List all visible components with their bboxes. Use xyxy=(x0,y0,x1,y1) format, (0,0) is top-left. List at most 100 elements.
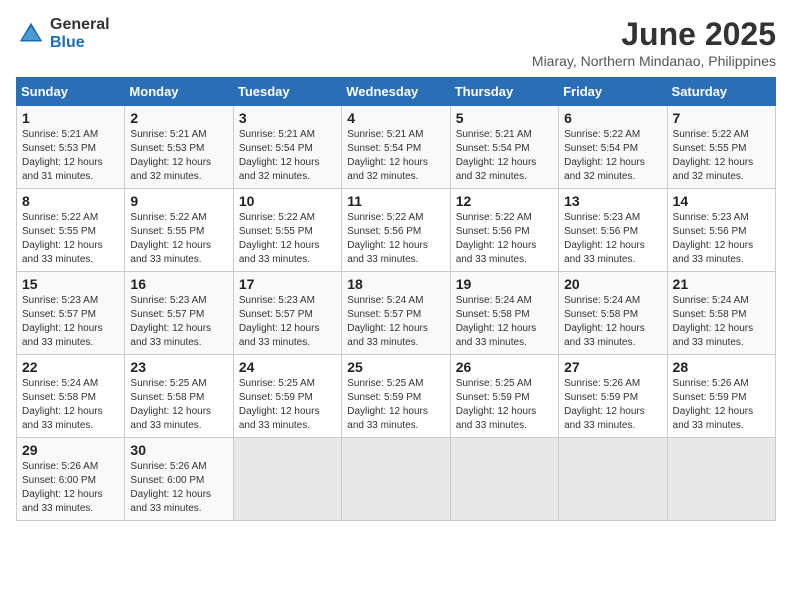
day-info: Sunrise: 5:22 AM Sunset: 5:54 PM Dayligh… xyxy=(564,128,661,184)
day-number: 9 xyxy=(130,193,227,209)
calendar-row: 15 Sunrise: 5:23 AM Sunset: 5:57 PM Dayl… xyxy=(17,272,776,355)
day-info: Sunrise: 5:21 AM Sunset: 5:54 PM Dayligh… xyxy=(456,128,553,184)
day-info: Sunrise: 5:22 AM Sunset: 5:56 PM Dayligh… xyxy=(456,211,553,267)
calendar-cell: 23 Sunrise: 5:25 AM Sunset: 5:58 PM Dayl… xyxy=(125,355,233,438)
day-info: Sunrise: 5:24 AM Sunset: 5:58 PM Dayligh… xyxy=(673,294,770,350)
calendar-cell: 17 Sunrise: 5:23 AM Sunset: 5:57 PM Dayl… xyxy=(233,272,341,355)
calendar-row: 22 Sunrise: 5:24 AM Sunset: 5:58 PM Dayl… xyxy=(17,355,776,438)
day-info: Sunrise: 5:22 AM Sunset: 5:55 PM Dayligh… xyxy=(130,211,227,267)
title-area: June 2025 Miaray, Northern Mindanao, Phi… xyxy=(532,16,776,69)
calendar-cell: 15 Sunrise: 5:23 AM Sunset: 5:57 PM Dayl… xyxy=(17,272,125,355)
day-number: 12 xyxy=(456,193,553,209)
day-info: Sunrise: 5:21 AM Sunset: 5:54 PM Dayligh… xyxy=(347,128,444,184)
calendar-cell: 3 Sunrise: 5:21 AM Sunset: 5:54 PM Dayli… xyxy=(233,106,341,189)
calendar-cell: 19 Sunrise: 5:24 AM Sunset: 5:58 PM Dayl… xyxy=(450,272,558,355)
day-number: 6 xyxy=(564,110,661,126)
col-wednesday: Wednesday xyxy=(342,78,450,106)
day-info: Sunrise: 5:23 AM Sunset: 5:57 PM Dayligh… xyxy=(130,294,227,350)
day-info: Sunrise: 5:23 AM Sunset: 5:56 PM Dayligh… xyxy=(564,211,661,267)
calendar-cell: 13 Sunrise: 5:23 AM Sunset: 5:56 PM Dayl… xyxy=(559,189,667,272)
col-saturday: Saturday xyxy=(667,78,775,106)
day-info: Sunrise: 5:26 AM Sunset: 6:00 PM Dayligh… xyxy=(22,460,119,516)
day-number: 5 xyxy=(456,110,553,126)
calendar-cell: 16 Sunrise: 5:23 AM Sunset: 5:57 PM Dayl… xyxy=(125,272,233,355)
calendar-cell xyxy=(667,438,775,521)
logo-blue: Blue xyxy=(50,34,110,52)
day-number: 18 xyxy=(347,276,444,292)
day-number: 20 xyxy=(564,276,661,292)
calendar-cell: 27 Sunrise: 5:26 AM Sunset: 5:59 PM Dayl… xyxy=(559,355,667,438)
logo-text: General Blue xyxy=(50,16,110,51)
day-info: Sunrise: 5:25 AM Sunset: 5:59 PM Dayligh… xyxy=(347,377,444,433)
calendar-row: 8 Sunrise: 5:22 AM Sunset: 5:55 PM Dayli… xyxy=(17,189,776,272)
calendar-cell: 21 Sunrise: 5:24 AM Sunset: 5:58 PM Dayl… xyxy=(667,272,775,355)
day-number: 17 xyxy=(239,276,336,292)
logo-general: General xyxy=(50,16,110,34)
day-number: 29 xyxy=(22,442,119,458)
day-info: Sunrise: 5:23 AM Sunset: 5:57 PM Dayligh… xyxy=(22,294,119,350)
day-number: 7 xyxy=(673,110,770,126)
day-number: 8 xyxy=(22,193,119,209)
day-number: 2 xyxy=(130,110,227,126)
calendar-cell: 26 Sunrise: 5:25 AM Sunset: 5:59 PM Dayl… xyxy=(450,355,558,438)
day-number: 27 xyxy=(564,359,661,375)
calendar-row: 1 Sunrise: 5:21 AM Sunset: 5:53 PM Dayli… xyxy=(17,106,776,189)
day-info: Sunrise: 5:25 AM Sunset: 5:59 PM Dayligh… xyxy=(239,377,336,433)
day-info: Sunrise: 5:24 AM Sunset: 5:58 PM Dayligh… xyxy=(456,294,553,350)
logo-icon xyxy=(16,19,46,49)
day-info: Sunrise: 5:25 AM Sunset: 5:58 PM Dayligh… xyxy=(130,377,227,433)
day-number: 14 xyxy=(673,193,770,209)
day-info: Sunrise: 5:21 AM Sunset: 5:53 PM Dayligh… xyxy=(22,128,119,184)
day-info: Sunrise: 5:26 AM Sunset: 5:59 PM Dayligh… xyxy=(673,377,770,433)
day-number: 13 xyxy=(564,193,661,209)
day-number: 4 xyxy=(347,110,444,126)
calendar-cell: 24 Sunrise: 5:25 AM Sunset: 5:59 PM Dayl… xyxy=(233,355,341,438)
calendar-cell: 28 Sunrise: 5:26 AM Sunset: 5:59 PM Dayl… xyxy=(667,355,775,438)
calendar-row: 29 Sunrise: 5:26 AM Sunset: 6:00 PM Dayl… xyxy=(17,438,776,521)
calendar-cell: 7 Sunrise: 5:22 AM Sunset: 5:55 PM Dayli… xyxy=(667,106,775,189)
calendar-cell: 25 Sunrise: 5:25 AM Sunset: 5:59 PM Dayl… xyxy=(342,355,450,438)
day-info: Sunrise: 5:22 AM Sunset: 5:55 PM Dayligh… xyxy=(673,128,770,184)
day-number: 10 xyxy=(239,193,336,209)
calendar-cell: 18 Sunrise: 5:24 AM Sunset: 5:57 PM Dayl… xyxy=(342,272,450,355)
calendar-cell: 1 Sunrise: 5:21 AM Sunset: 5:53 PM Dayli… xyxy=(17,106,125,189)
day-number: 28 xyxy=(673,359,770,375)
calendar-cell: 20 Sunrise: 5:24 AM Sunset: 5:58 PM Dayl… xyxy=(559,272,667,355)
calendar-cell: 4 Sunrise: 5:21 AM Sunset: 5:54 PM Dayli… xyxy=(342,106,450,189)
calendar-cell: 6 Sunrise: 5:22 AM Sunset: 5:54 PM Dayli… xyxy=(559,106,667,189)
calendar-cell: 11 Sunrise: 5:22 AM Sunset: 5:56 PM Dayl… xyxy=(342,189,450,272)
day-number: 26 xyxy=(456,359,553,375)
day-number: 25 xyxy=(347,359,444,375)
calendar-cell: 9 Sunrise: 5:22 AM Sunset: 5:55 PM Dayli… xyxy=(125,189,233,272)
day-number: 30 xyxy=(130,442,227,458)
day-number: 19 xyxy=(456,276,553,292)
calendar-cell: 2 Sunrise: 5:21 AM Sunset: 5:53 PM Dayli… xyxy=(125,106,233,189)
col-monday: Monday xyxy=(125,78,233,106)
day-number: 24 xyxy=(239,359,336,375)
day-number: 15 xyxy=(22,276,119,292)
calendar-cell: 8 Sunrise: 5:22 AM Sunset: 5:55 PM Dayli… xyxy=(17,189,125,272)
day-info: Sunrise: 5:21 AM Sunset: 5:54 PM Dayligh… xyxy=(239,128,336,184)
day-info: Sunrise: 5:26 AM Sunset: 5:59 PM Dayligh… xyxy=(564,377,661,433)
calendar-cell xyxy=(233,438,341,521)
logo: General Blue xyxy=(16,16,110,51)
page-header: General Blue June 2025 Miaray, Northern … xyxy=(16,16,776,69)
day-number: 23 xyxy=(130,359,227,375)
col-thursday: Thursday xyxy=(450,78,558,106)
day-number: 1 xyxy=(22,110,119,126)
month-title: June 2025 xyxy=(532,16,776,53)
calendar-cell: 5 Sunrise: 5:21 AM Sunset: 5:54 PM Dayli… xyxy=(450,106,558,189)
calendar-cell: 12 Sunrise: 5:22 AM Sunset: 5:56 PM Dayl… xyxy=(450,189,558,272)
day-info: Sunrise: 5:24 AM Sunset: 5:57 PM Dayligh… xyxy=(347,294,444,350)
calendar-cell: 30 Sunrise: 5:26 AM Sunset: 6:00 PM Dayl… xyxy=(125,438,233,521)
day-number: 22 xyxy=(22,359,119,375)
day-number: 3 xyxy=(239,110,336,126)
calendar-cell xyxy=(559,438,667,521)
calendar-cell: 29 Sunrise: 5:26 AM Sunset: 6:00 PM Dayl… xyxy=(17,438,125,521)
day-number: 21 xyxy=(673,276,770,292)
day-info: Sunrise: 5:23 AM Sunset: 5:57 PM Dayligh… xyxy=(239,294,336,350)
day-info: Sunrise: 5:23 AM Sunset: 5:56 PM Dayligh… xyxy=(673,211,770,267)
location-title: Miaray, Northern Mindanao, Philippines xyxy=(532,53,776,69)
col-tuesday: Tuesday xyxy=(233,78,341,106)
day-info: Sunrise: 5:22 AM Sunset: 5:56 PM Dayligh… xyxy=(347,211,444,267)
